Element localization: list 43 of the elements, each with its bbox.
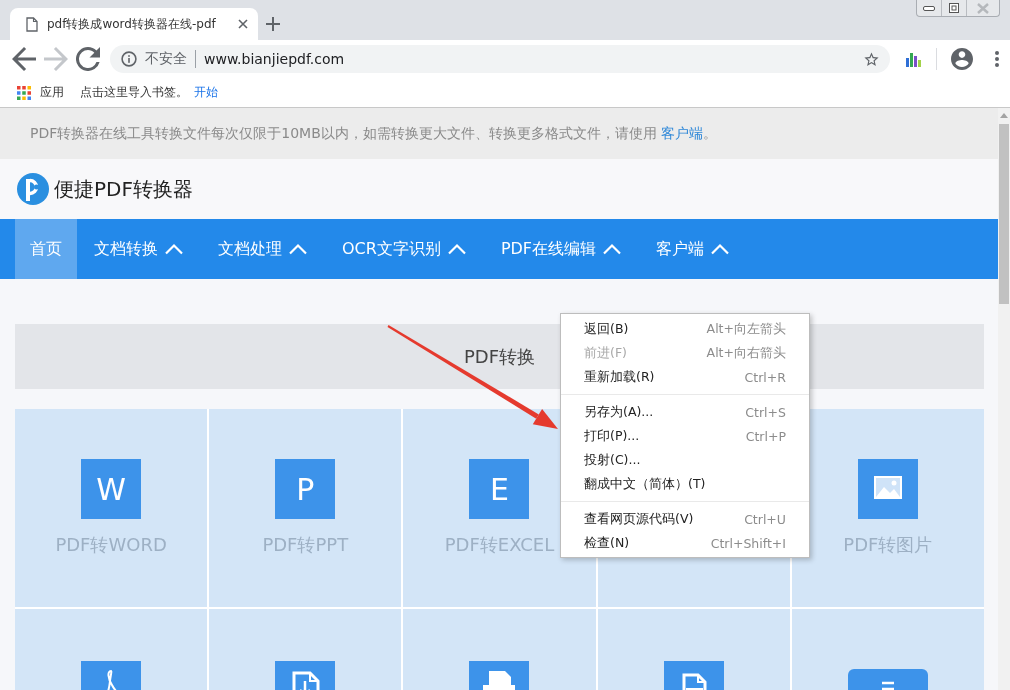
image-icon [857,459,918,519]
url-text: www.bianjiepdf.com [204,51,345,67]
menu-icon[interactable] [994,50,1000,68]
letter-badge: P [275,459,336,519]
shortcut-text: Ctrl+S [745,404,786,420]
minimize-icon [923,5,935,11]
letter-badge: W [81,459,142,519]
browser-tab[interactable]: pdf转换成word转换器在线-pdf [10,8,258,40]
letter-badge: E [469,459,530,519]
account-icon[interactable] [951,48,973,70]
bar-chart-icon[interactable] [904,50,922,68]
star-icon[interactable] [863,50,880,68]
reload-icon[interactable] [76,47,100,71]
shortcut-text: Ctrl+Shift+I [710,535,786,551]
security-indicator[interactable]: 不安全 [121,50,187,68]
scrollbar[interactable] [998,108,1010,690]
menu-item[interactable]: 重新加载(R) Ctrl+R [561,365,809,389]
nav-item[interactable]: 文档转换 [77,219,201,279]
nav-item[interactable]: OCR文字识别 [325,219,484,279]
scrollbar-thumb[interactable] [999,124,1009,304]
nav-item[interactable]: PDF在线编辑 [483,219,640,279]
site-logo-text: 便捷PDF转换器 [54,175,193,203]
notice-text: PDF转换器在线工具转换文件每次仅限于10MB以内，如需转换更大文件、转换更多格式文件，请使用 客户端。 [0,108,998,159]
apps-grid-icon [17,85,31,100]
close-icon[interactable] [238,19,248,29]
apps-button[interactable]: 应用 [17,84,64,101]
nav-item[interactable]: 首页 [15,219,77,279]
logo-icon [17,173,49,205]
start-link[interactable]: 开始 [194,84,218,101]
shortcut-text: Ctrl+U [744,511,786,527]
page-icon [26,16,38,32]
info-icon [121,51,137,67]
client-link[interactable]: 客户端 [661,124,704,143]
shortcut-text: Alt+向右箭头 [706,344,786,362]
restore-icon [949,3,959,13]
shortcut-text: Ctrl+R [744,369,786,385]
nav-item[interactable]: 客户端 [639,219,748,279]
new-tab-icon[interactable] [266,17,280,31]
back-icon[interactable] [12,47,36,71]
address-bar[interactable]: 不安全 www.bianjiepdf.com [110,45,890,73]
nav-item[interactable]: 文档处理 [201,219,325,279]
shortcut-text: Ctrl+P [745,428,786,444]
import-bookmarks-hint: 点击这里导入书签。 [80,84,188,101]
